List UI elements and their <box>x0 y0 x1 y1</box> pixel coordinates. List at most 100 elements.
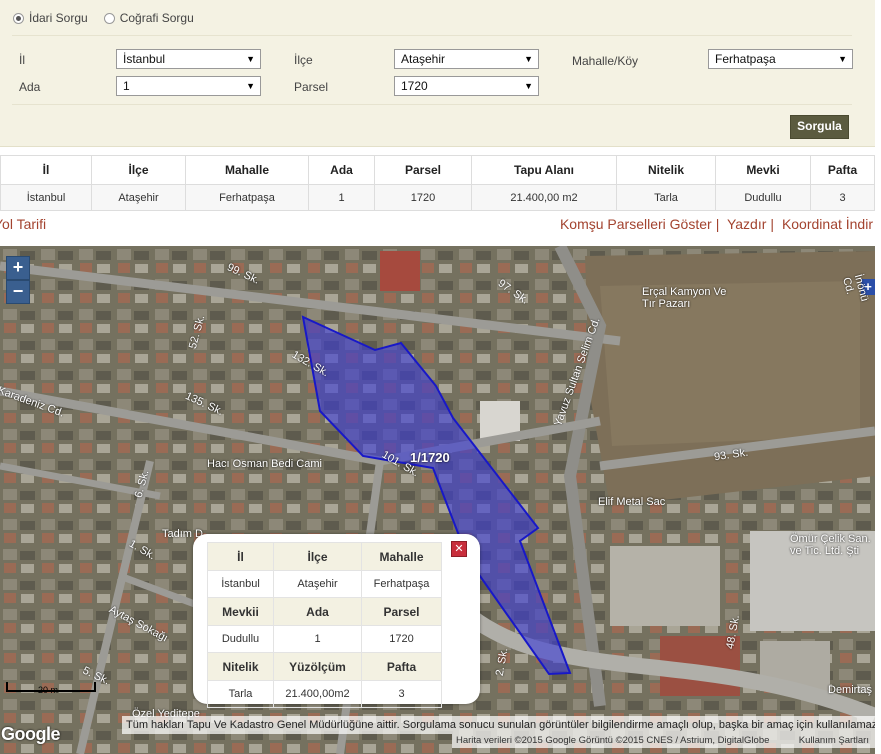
table-cell: Ataşehir <box>91 184 186 211</box>
column-header: Mahalle <box>185 155 309 185</box>
popup-info-table: İl İlçe Mahalle İstanbul Ataşehir Ferhat… <box>207 542 442 708</box>
radio-selected-icon[interactable] <box>13 12 24 24</box>
radio-cografi-sorgu[interactable]: Coğrafi Sorgu <box>103 11 194 25</box>
query-panel: İdari Sorgu Coğrafi Sorgu İl İstanbul ▼ … <box>0 0 875 147</box>
dropdown-arrow-icon: ▼ <box>524 81 533 91</box>
table-row[interactable]: İstanbul Ataşehir Ferhatpaşa 1 1720 21.4… <box>0 184 875 211</box>
popup-header-cell: Nitelik <box>207 652 274 681</box>
poi-label[interactable]: Demirtaş <box>828 684 872 696</box>
parsel-value: 1720 <box>401 79 428 93</box>
table-cell: 3 <box>810 184 875 211</box>
column-header: Mevki <box>715 155 811 185</box>
dropdown-arrow-icon: ▼ <box>246 81 255 91</box>
query-type-radio-group: İdari Sorgu Coğrafi Sorgu <box>13 11 194 25</box>
popup-header-cell: İl <box>207 542 274 571</box>
radio-unselected-icon[interactable] <box>103 12 115 24</box>
ada-value: 1 <box>123 79 130 93</box>
popup-header-cell: Pafta <box>361 652 442 681</box>
results-table: İl İlçe Mahalle Ada Parsel Tapu Alanı Ni… <box>0 155 875 211</box>
dropdown-arrow-icon: ▼ <box>524 54 533 64</box>
dropdown-arrow-icon: ▼ <box>838 54 847 64</box>
popup-data-row: Dudullu 1 1720 <box>207 625 442 653</box>
column-header: İl <box>0 155 92 185</box>
table-cell: 1720 <box>374 184 472 211</box>
popup-header-row: İl İlçe Mahalle <box>207 542 442 571</box>
popup-header-cell: Mahalle <box>361 542 442 571</box>
mahalle-select[interactable]: Ferhatpaşa ▼ <box>708 49 853 69</box>
action-links: Yol Tarifi Komşu Parselleri Göster| Yazd… <box>0 216 875 234</box>
route-link[interactable]: Yol Tarifi <box>0 216 46 232</box>
radio-idari-sorgu[interactable]: İdari Sorgu <box>13 11 88 25</box>
popup-cell: 1 <box>273 625 362 653</box>
sorgula-button[interactable]: Sorgula <box>790 115 849 139</box>
close-icon[interactable]: ✕ <box>451 541 467 557</box>
table-cell: İstanbul <box>0 184 92 211</box>
popup-cell: İstanbul <box>207 570 274 598</box>
mahalle-label: Mahalle/Köy <box>572 54 639 68</box>
poi-label[interactable]: Ömür Çelik San. ve Tic. Ltd. Şti <box>790 533 875 557</box>
popup-header-cell: Parsel <box>361 597 442 626</box>
parsel-select[interactable]: 1720 ▼ <box>394 76 539 96</box>
popup-header-cell: Ada <box>273 597 362 626</box>
column-header: Nitelik <box>616 155 716 185</box>
mahalle-value: Ferhatpaşa <box>715 52 776 66</box>
column-header: Tapu Alanı <box>471 155 617 185</box>
popup-data-row: Tarla 21.400,00m2 3 <box>207 680 442 708</box>
popup-header-cell: Yüzölçüm <box>273 652 362 681</box>
google-logo[interactable]: Google <box>1 724 61 745</box>
terms-link[interactable]: Kullanım Şartları <box>799 734 869 748</box>
popup-cell: 21.400,00m2 <box>273 680 362 708</box>
il-value: İstanbul <box>123 52 166 66</box>
popup-cell: 3 <box>361 680 442 708</box>
dropdown-arrow-icon: ▼ <box>246 54 255 64</box>
copyright-notice: Tüm hakları Tapu Ve Kadastro Genel Müdür… <box>122 716 875 734</box>
poi-label[interactable]: Erçal Kamyon Ve Tır Pazarı <box>642 286 732 310</box>
table-cell: Tarla <box>616 184 716 211</box>
zoom-in-button[interactable]: + <box>6 256 30 280</box>
parcel-label: 1/1720 <box>410 450 450 465</box>
map-attribution-bar: Harita verileri ©2015 Google Görüntü ©20… <box>452 734 875 748</box>
popup-cell: 1720 <box>361 625 442 653</box>
il-label: İl <box>19 53 25 67</box>
ada-label: Ada <box>19 80 41 94</box>
popup-data-row: İstanbul Ataşehir Ferhatpaşa <box>207 570 442 598</box>
popup-cell: Ferhatpaşa <box>361 570 442 598</box>
ilce-select[interactable]: Ataşehir ▼ <box>394 49 539 69</box>
popup-cell: Ataşehir <box>273 570 362 598</box>
popup-header-row: Nitelik Yüzölçüm Pafta <box>207 652 442 681</box>
poi-label[interactable]: Hacı Osman Bedi Cami <box>207 458 322 470</box>
il-select[interactable]: İstanbul ▼ <box>116 49 261 69</box>
ilce-value: Ataşehir <box>401 52 446 66</box>
neighbor-parcels-link[interactable]: Komşu Parselleri Göster <box>560 216 712 232</box>
link-separator: | <box>770 216 775 232</box>
map-view[interactable]: + − + 1/1720 99. Sk. 52. Sk. 132. Sk. 13… <box>0 246 875 754</box>
column-header: Ada <box>308 155 375 185</box>
results-header-row: İl İlçe Mahalle Ada Parsel Tapu Alanı Ni… <box>0 155 875 185</box>
popup-header-row: Mevkii Ada Parsel <box>207 597 442 626</box>
parcel-info-popup: ✕ İl İlçe Mahalle İstanbul Ataşehir Ferh… <box>193 534 480 708</box>
ilce-label: İlçe <box>294 53 313 67</box>
column-header: İlçe <box>91 155 186 185</box>
popup-cell: Dudullu <box>207 625 274 653</box>
table-cell: 21.400,00 m2 <box>471 184 617 211</box>
table-cell: 1 <box>308 184 375 211</box>
table-cell: Ferhatpaşa <box>185 184 309 211</box>
divider <box>12 104 852 105</box>
popup-header-cell: İlçe <box>273 542 362 571</box>
download-coords-link[interactable]: Koordinat İndir <box>782 216 873 232</box>
popup-cell: Tarla <box>207 680 274 708</box>
poi-label[interactable]: Elif Metal Sac <box>598 496 665 508</box>
map-data-credit: Harita verileri ©2015 Google Görüntü ©20… <box>456 735 770 746</box>
zoom-out-button[interactable]: − <box>6 280 30 304</box>
ada-select[interactable]: 1 ▼ <box>116 76 261 96</box>
parsel-label: Parsel <box>294 80 329 94</box>
popup-header-cell: Mevkii <box>207 597 274 626</box>
print-link[interactable]: Yazdır <box>727 216 766 232</box>
link-separator: | <box>715 216 720 232</box>
radio-label: İdari Sorgu <box>29 11 88 25</box>
scale-label: 20 m <box>38 685 59 695</box>
radio-label: Coğrafi Sorgu <box>119 11 194 25</box>
table-cell: Dudullu <box>715 184 811 211</box>
divider <box>12 35 852 36</box>
right-links: Komşu Parselleri Göster | Yazdır | Koordin… <box>560 216 873 232</box>
